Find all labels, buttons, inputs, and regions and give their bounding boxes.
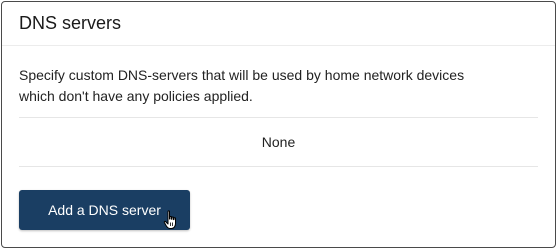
description-line-1: Specify custom DNS-servers that will be … bbox=[19, 67, 465, 83]
section-title: DNS servers bbox=[19, 13, 122, 33]
section-description: Specify custom DNS-servers that will be … bbox=[19, 65, 499, 107]
title-divider bbox=[2, 45, 555, 46]
add-dns-server-button[interactable]: Add a DNS server bbox=[19, 190, 190, 230]
description-line-2: which don't have any policies applied. bbox=[19, 88, 253, 104]
dns-servers-card: DNS servers Specify custom DNS-servers t… bbox=[1, 1, 556, 248]
list-divider-bottom bbox=[19, 166, 538, 167]
list-divider-top bbox=[19, 117, 538, 118]
empty-list-text: None bbox=[261, 134, 296, 150]
